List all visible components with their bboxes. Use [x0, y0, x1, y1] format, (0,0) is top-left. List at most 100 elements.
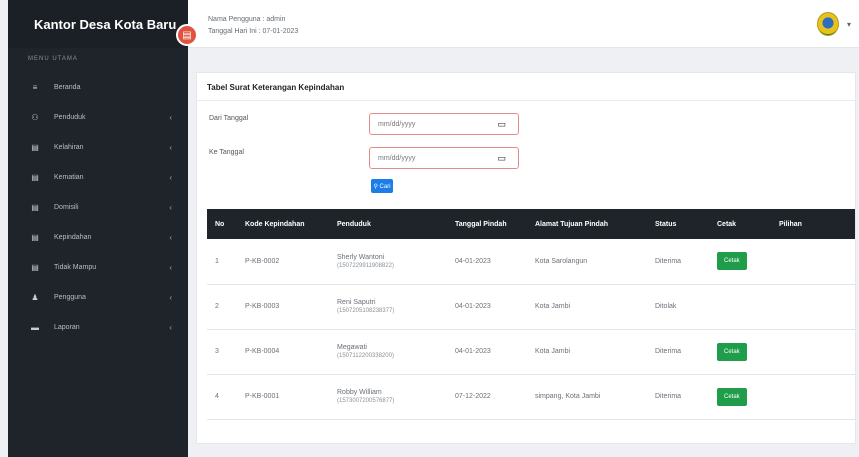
sidebar-item-penduduk[interactable]: ⚇ Penduduk ‹ [8, 102, 188, 132]
table-header-row: No Kode Kepindahan Penduduk Tanggal Pind… [207, 209, 855, 239]
cell-no: 2 [215, 303, 219, 310]
chevron-left-icon: ‹ [169, 112, 172, 122]
cell-cetak: Cetak [709, 239, 771, 284]
cell-status: Diterima [655, 348, 682, 355]
sidebar-item-kematian[interactable]: ▤ Kematian ‹ [8, 162, 188, 192]
penduduk-name: Robby William [337, 389, 382, 396]
menu-item-icon: ▬ [31, 322, 39, 332]
menu-item-icon: ⚇ [31, 112, 39, 122]
menu-item-icon: ▤ [31, 172, 39, 182]
chevron-left-icon: ‹ [169, 232, 172, 242]
menu-item-icon: ▤ [31, 142, 39, 152]
chevron-left-icon: ‹ [169, 322, 172, 332]
cell-kode: P-KB-0003 [245, 303, 280, 310]
cell-penduduk: Sherly Wantoni (1507229911908822) [329, 239, 447, 284]
cetak-button[interactable]: Cetak [717, 387, 747, 406]
sidebar-item-label: Domisili [54, 203, 79, 211]
cell-kode: P-KB-0004 [245, 348, 280, 355]
sidebar-item-tidak-mampu[interactable]: ▤ Tidak Mampu ‹ [8, 252, 188, 282]
col-header-tanggal: Tanggal Pindah [455, 220, 507, 228]
sidebar: Kantor Desa Kota Baru MENU UTAMA ≡ Berand… [8, 0, 188, 457]
cell-pilihan [771, 374, 855, 419]
penduduk-nik: (1507112200338200) [337, 353, 394, 359]
cell-alamat: Kota Sarolangun [535, 257, 588, 265]
table-row: 1 P-KB-0002 Sherly Wantoni (150722991190882… [207, 239, 855, 284]
topbar: Nama Pengguna : admin Tanggal Hari Ini :… [188, 0, 859, 48]
menu-item-icon: ▤ [31, 232, 39, 242]
sidebar-toggle-button[interactable]: ▤ [176, 24, 198, 46]
table-row: 4 P-KB-0001 Robby William (1573007200576877… [207, 374, 855, 419]
from-date-label: Dari Tanggal [209, 115, 249, 122]
penduduk-nik: (1507229911908822) [337, 262, 394, 269]
penduduk-name: Reni Saputri [337, 299, 376, 306]
cell-tanggal: 04-01-2023 [455, 303, 491, 310]
from-date-input[interactable]: mm/dd/yyyy ▭ [369, 113, 519, 135]
sidebar-item-domisili[interactable]: ▤ Domisili ‹ [8, 192, 188, 222]
date-placeholder: mm/dd/yyyy [378, 155, 416, 162]
sidebar-item-kepindahan[interactable]: ▤ Kepindahan ‹ [8, 222, 188, 252]
cell-alamat: Kota Jambi [535, 303, 571, 310]
cell-alamat: Kota Jambi [535, 348, 571, 355]
sidebar-item-label: Beranda [54, 83, 81, 91]
menu-item-icon: ≡ [32, 82, 38, 92]
sidebar-item-label: Tidak Mampu [54, 263, 97, 271]
sidebar-item-pengguna[interactable]: ♟ Pengguna ‹ [8, 282, 188, 312]
penduduk-nik: (1507205108238377) [337, 308, 395, 314]
search-button[interactable]: ⚲ Cari [371, 179, 393, 193]
penduduk-name: Megawati [337, 344, 367, 351]
cell-penduduk: Robby William (1573007200576877) [329, 374, 447, 419]
kepindahan-table: No Kode Kepindahan Penduduk Tanggal Pind… [207, 209, 855, 420]
chevron-left-icon: ‹ [169, 262, 172, 272]
table-row: 3 P-KB-0004 Megawati (1507112200338200) 04-0… [207, 329, 855, 374]
cell-tanggal: 04-01-2023 [455, 348, 491, 355]
sidebar-item-label: Kepindahan [54, 233, 92, 241]
cell-status: Diterima [655, 257, 682, 265]
col-header-cetak: Cetak [717, 220, 737, 228]
cell-cetak: Cetak [709, 374, 771, 419]
cell-pilihan [771, 329, 855, 374]
cell-cetak [709, 284, 771, 329]
menu-item-icon: ▤ [31, 202, 39, 212]
cell-no: 1 [215, 257, 219, 265]
col-header-penduduk: Penduduk [337, 220, 371, 228]
menu-icon: ▤ [182, 29, 192, 41]
chevron-left-icon: ‹ [169, 142, 172, 152]
table-row: 2 P-KB-0003 Reni Saputri (1507205108238377)… [207, 284, 855, 329]
cell-kode: P-KB-0001 [245, 393, 280, 400]
col-header-kode: Kode Kepindahan [245, 220, 305, 228]
sidebar-item-beranda[interactable]: ≡ Beranda [8, 72, 188, 102]
menu-item-icon: ▤ [31, 262, 39, 272]
chevron-left-icon: ‹ [169, 172, 172, 182]
col-header-alamat: Alamat Tujuan Pindah [535, 220, 608, 228]
calendar-icon[interactable]: ▭ [497, 153, 506, 164]
cell-penduduk: Megawati (1507112200338200) [329, 329, 447, 374]
cell-pilihan [771, 284, 855, 329]
to-date-input[interactable]: mm/dd/yyyy ▭ [369, 147, 519, 169]
menu-item-icon: ♟ [31, 292, 39, 302]
cetak-button[interactable]: Cetak [717, 342, 747, 361]
penduduk-name: Sherly Wantoni [337, 253, 385, 261]
sidebar-item-label: Kematian [54, 173, 84, 181]
cell-no: 3 [215, 348, 219, 355]
cell-alamat: simpang, Kota Jambi [535, 393, 601, 400]
user-avatar-logo[interactable] [817, 12, 839, 36]
cell-status: Ditolak [655, 303, 677, 310]
chevron-down-icon[interactable]: ▾ [847, 20, 851, 29]
sidebar-item-laporan[interactable]: ▬ Laporan ‹ [8, 312, 188, 342]
app-brand[interactable]: Kantor Desa Kota Baru [8, 0, 188, 48]
sidebar-item-kelahiran[interactable]: ▤ Kelahiran ‹ [8, 132, 188, 162]
calendar-icon[interactable]: ▭ [497, 119, 506, 130]
chevron-left-icon: ‹ [169, 202, 172, 212]
chevron-left-icon: ‹ [169, 292, 172, 302]
table-body: 1 P-KB-0002 Sherly Wantoni (150722991190882… [207, 239, 855, 419]
menu-section-header: MENU UTAMA [28, 56, 78, 62]
sidebar-item-label: Penduduk [54, 113, 86, 121]
current-date-text: Tanggal Hari Ini : 07-01-2023 [208, 28, 299, 35]
card-title: Tabel Surat Keterangan Kepindahan [197, 73, 855, 101]
date-placeholder: mm/dd/yyyy [378, 121, 416, 128]
cell-tanggal: 04-01-2023 [455, 257, 491, 265]
to-date-label: Ke Tanggal [209, 149, 244, 156]
cetak-button[interactable]: Cetak [717, 252, 747, 271]
cell-status: Diterima [655, 393, 682, 400]
cell-no: 4 [215, 393, 219, 400]
